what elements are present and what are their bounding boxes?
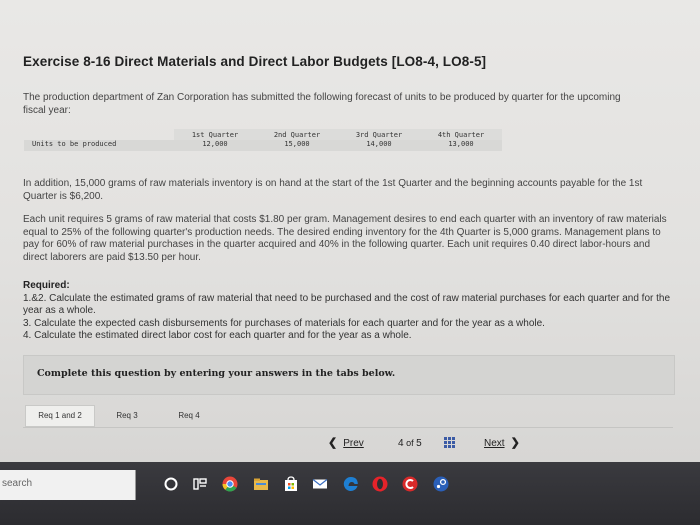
prev-button[interactable]: ❮ Prev [328, 436, 364, 452]
taskbar: search [0, 462, 700, 525]
next-label: Next [484, 438, 505, 449]
table-header-q1: 1st Quarter [174, 129, 256, 140]
total-pages: 5 [416, 438, 422, 449]
cortana-icon[interactable] [163, 476, 179, 492]
mail-icon[interactable] [312, 476, 328, 492]
steam-icon[interactable] [433, 476, 449, 492]
table-cell-q4: 13,000 [420, 140, 502, 151]
table-row-label: Units to be produced [24, 140, 174, 151]
required-item-3: 3. Calculate the expected cash disbursem… [23, 317, 545, 329]
table-cell-q3: 14,000 [338, 140, 420, 151]
chevron-right-icon: ❯ [510, 437, 520, 449]
details-paragraph: Each unit requires 5 grams of raw materi… [23, 214, 667, 263]
tab-req-3[interactable]: Req 3 [97, 405, 157, 427]
required-section: Required: 1.&2. Calculate the estimated … [23, 280, 673, 343]
instruction-banner: Complete this question by entering your … [23, 355, 675, 395]
grid-view-icon[interactable] [444, 437, 455, 448]
edge-icon[interactable] [343, 476, 359, 492]
prev-label: Prev [343, 438, 364, 449]
production-forecast-table: 1st Quarter 2nd Quarter 3rd Quarter 4th … [24, 129, 502, 151]
required-heading: Required: [23, 280, 70, 291]
opera-icon[interactable] [372, 476, 388, 492]
store-icon[interactable] [283, 476, 299, 492]
page-of-label: of [406, 438, 414, 448]
instruction-text: Complete this question by entering your … [37, 368, 396, 379]
chrome-icon[interactable] [222, 476, 238, 492]
table-header-q2: 2nd Quarter [256, 129, 338, 140]
next-button[interactable]: Next ❯ [484, 436, 520, 452]
file-explorer-icon[interactable] [253, 476, 269, 492]
exercise-card: Exercise 8-16 Direct Materials and Direc… [0, 0, 700, 462]
required-item-1-2: 1.&2. Calculate the estimated grams of r… [23, 292, 671, 317]
browser-screen: Exercise 8-16 Direct Materials and Direc… [0, 0, 700, 462]
taskbar-search-box[interactable]: search [0, 470, 136, 500]
exercise-title: Exercise 8-16 Direct Materials and Direc… [23, 54, 487, 69]
task-view-icon[interactable] [192, 476, 208, 492]
required-item-4: 4. Calculate the estimated direct labor … [23, 330, 412, 341]
chevron-left-icon: ❮ [328, 437, 338, 449]
table-header-q3: 3rd Quarter [338, 129, 420, 140]
table-corner [24, 129, 174, 140]
table-header-q4: 4th Quarter [420, 129, 502, 140]
ccleaner-icon[interactable] [402, 476, 418, 492]
table-cell-q2: 15,000 [256, 140, 338, 151]
tab-req-4[interactable]: Req 4 [159, 405, 219, 427]
current-page: 4 [398, 438, 404, 449]
page-indicator: 4 of 5 [398, 438, 422, 454]
search-placeholder: search [2, 478, 33, 489]
intro-paragraph: The production department of Zan Corpora… [23, 92, 621, 116]
tab-req-1-and-2[interactable]: Req 1 and 2 [25, 405, 95, 427]
inventory-paragraph: In addition, 15,000 grams of raw materia… [23, 178, 643, 202]
table-cell-q1: 12,000 [174, 140, 256, 151]
tab-divider [23, 427, 673, 428]
